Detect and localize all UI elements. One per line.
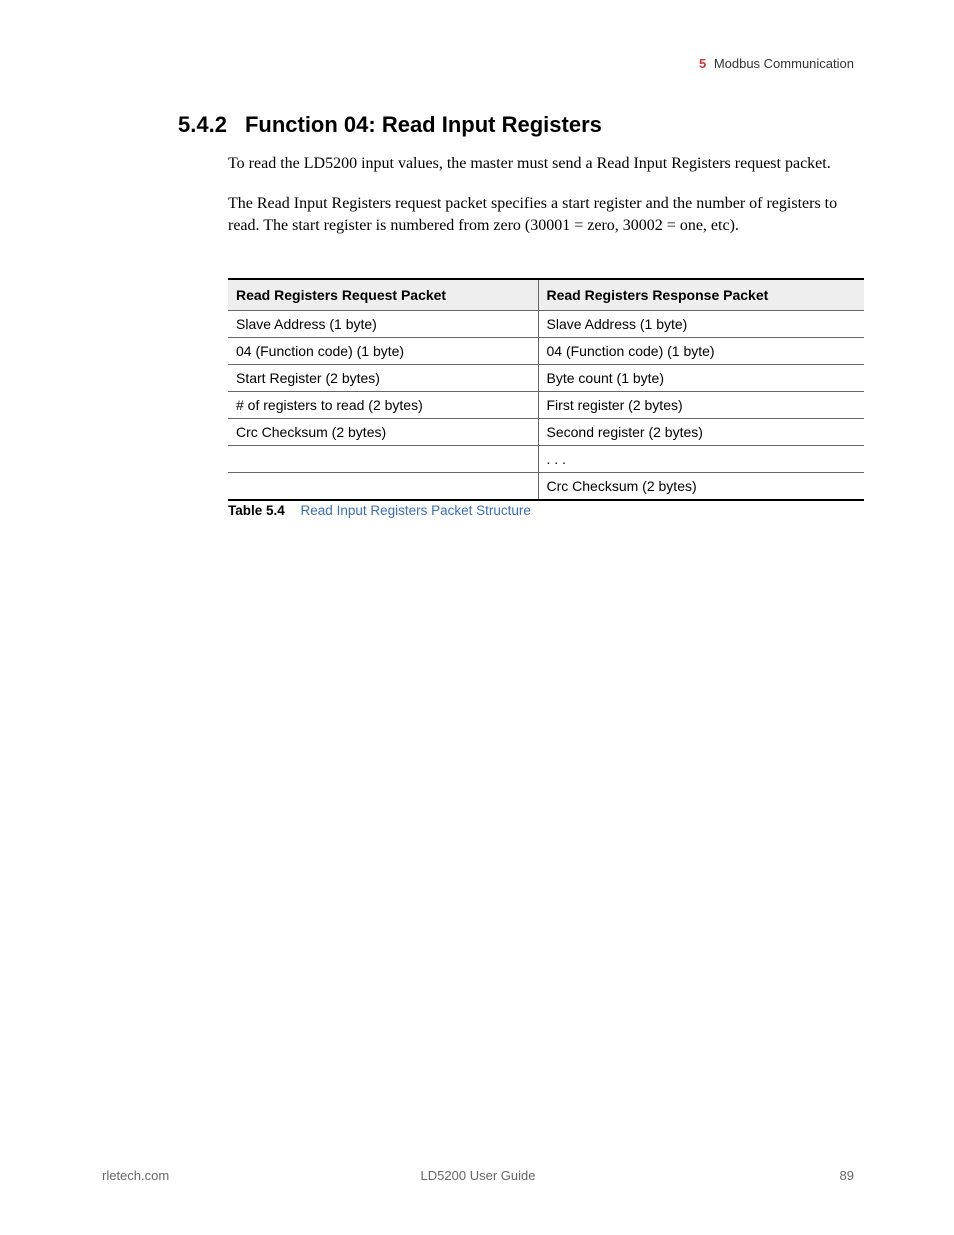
footer-center: LD5200 User Guide bbox=[421, 1168, 536, 1183]
table-caption: Table 5.4 Read Input Registers Packet St… bbox=[228, 503, 531, 518]
section-title: Function 04: Read Input Registers bbox=[245, 112, 602, 137]
packet-structure-table: Read Registers Request Packet Read Regis… bbox=[228, 278, 864, 501]
table-cell-empty bbox=[228, 473, 538, 501]
page-header: 5 Modbus Communication bbox=[699, 56, 854, 71]
table-header-response: Read Registers Response Packet bbox=[538, 279, 864, 311]
section-number: 5.4.2 bbox=[178, 112, 227, 138]
table-row: Slave Address (1 byte) Slave Address (1 … bbox=[228, 311, 864, 338]
table-cell: 04 (Function code) (1 byte) bbox=[228, 338, 538, 365]
table-cell: Crc Checksum (2 bytes) bbox=[538, 473, 864, 501]
table-header-request: Read Registers Request Packet bbox=[228, 279, 538, 311]
chapter-number: 5 bbox=[699, 56, 706, 71]
table-cell: Crc Checksum (2 bytes) bbox=[228, 419, 538, 446]
table-caption-text: Read Input Registers Packet Structure bbox=[301, 503, 531, 518]
table-header-row: Read Registers Request Packet Read Regis… bbox=[228, 279, 864, 311]
table-cell: Slave Address (1 byte) bbox=[228, 311, 538, 338]
table-cell: Slave Address (1 byte) bbox=[538, 311, 864, 338]
table-row: . . . bbox=[228, 446, 864, 473]
table-cell: Start Register (2 bytes) bbox=[228, 365, 538, 392]
table-row: Start Register (2 bytes) Byte count (1 b… bbox=[228, 365, 864, 392]
table-cell: Byte count (1 byte) bbox=[538, 365, 864, 392]
table-cell: . . . bbox=[538, 446, 864, 473]
paragraph-2: The Read Input Registers request packet … bbox=[228, 193, 854, 236]
table-cell: First register (2 bytes) bbox=[538, 392, 864, 419]
table-row: 04 (Function code) (1 byte) 04 (Function… bbox=[228, 338, 864, 365]
table-cell: 04 (Function code) (1 byte) bbox=[538, 338, 864, 365]
table-row: Crc Checksum (2 bytes) Second register (… bbox=[228, 419, 864, 446]
section-heading: 5.4.2 Function 04: Read Input Registers bbox=[178, 112, 602, 138]
table-caption-label: Table 5.4 bbox=[228, 503, 285, 518]
table-cell: # of registers to read (2 bytes) bbox=[228, 392, 538, 419]
table-cell: Second register (2 bytes) bbox=[538, 419, 864, 446]
footer-page-number: 89 bbox=[840, 1168, 854, 1183]
table-row: # of registers to read (2 bytes) First r… bbox=[228, 392, 864, 419]
table-cell-empty bbox=[228, 446, 538, 473]
table-row: Crc Checksum (2 bytes) bbox=[228, 473, 864, 501]
paragraph-1: To read the LD5200 input values, the mas… bbox=[228, 153, 854, 175]
chapter-title: Modbus Communication bbox=[714, 56, 854, 71]
page-footer: rletech.com LD5200 User Guide 89 bbox=[102, 1168, 854, 1183]
footer-left: rletech.com bbox=[102, 1168, 169, 1183]
